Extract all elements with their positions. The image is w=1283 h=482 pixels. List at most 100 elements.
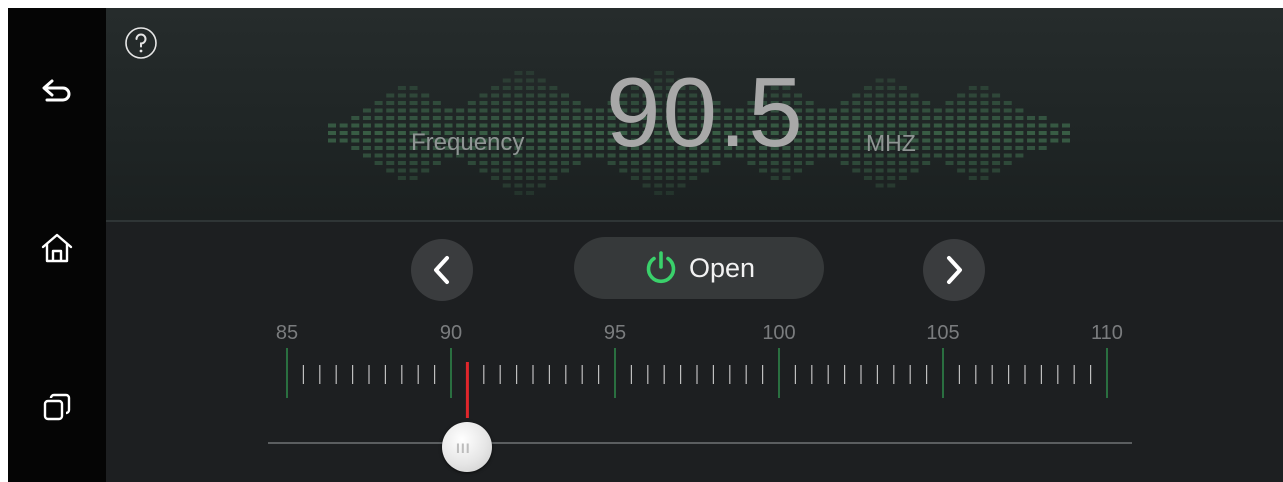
equalizer-segment	[397, 153, 406, 158]
equalizer-segment	[898, 86, 907, 90]
equalizer-segment	[526, 123, 535, 128]
equalizer-segment	[817, 108, 826, 113]
equalizer-segment	[572, 116, 581, 120]
equalizer-segment	[805, 161, 814, 165]
equalizer-segment	[514, 168, 523, 173]
equalizer-segment	[852, 108, 861, 113]
equalizer-segment	[840, 108, 849, 113]
equalizer-segment	[432, 101, 441, 105]
equalizer-segment	[374, 108, 383, 113]
equalizer-segment	[502, 176, 511, 180]
equalizer-segment	[898, 108, 907, 113]
equalizer-segment	[537, 146, 546, 150]
equalizer-segment	[817, 123, 826, 128]
unit-label: MHZ	[866, 130, 916, 156]
equalizer-segment	[828, 153, 837, 158]
equalizer-segment	[992, 153, 1001, 158]
equalizer-segment	[677, 168, 686, 173]
equalizer-segment	[537, 161, 546, 165]
equalizer-segment	[584, 116, 593, 120]
equalizer-segment	[933, 138, 942, 143]
equalizer-segment	[933, 116, 942, 120]
equalizer-segment	[910, 116, 919, 120]
equalizer-segment	[514, 161, 523, 165]
equalizer-segment	[549, 138, 558, 143]
equalizer-segment	[397, 176, 406, 180]
next-station-button[interactable]	[923, 239, 985, 301]
help-button[interactable]	[124, 26, 158, 60]
equalizer-segment	[922, 146, 931, 150]
equalizer-segment	[898, 168, 907, 173]
equalizer-segment	[898, 93, 907, 98]
equalizer-segment	[805, 146, 814, 150]
equalizer-segment	[397, 131, 406, 135]
equalizer-segment	[351, 146, 360, 150]
equalizer-segment	[840, 138, 849, 143]
equalizer-segment	[409, 123, 418, 128]
equalizer-segment	[840, 153, 849, 158]
equalizer-segment	[397, 93, 406, 98]
equalizer-segment	[409, 86, 418, 90]
equalizer-segment	[805, 123, 814, 128]
equalizer-segment	[456, 108, 465, 113]
equalizer-segment	[397, 101, 406, 105]
tuning-slider-track[interactable]	[268, 442, 1132, 444]
equalizer-segment	[863, 123, 872, 128]
equalizer-segment	[922, 101, 931, 105]
equalizer-segment	[805, 101, 814, 105]
equalizer-segment	[432, 123, 441, 128]
back-button[interactable]	[32, 66, 82, 116]
equalizer-segment	[770, 168, 779, 173]
equalizer-segment	[945, 131, 954, 135]
equalizer-segment	[502, 93, 511, 98]
equalizer-segment	[514, 123, 523, 128]
home-button[interactable]	[32, 223, 82, 273]
equalizer-segment	[514, 71, 523, 75]
equalizer-segment	[502, 101, 511, 105]
equalizer-segment	[619, 168, 628, 173]
equalizer-segment	[887, 123, 896, 128]
recent-apps-button[interactable]	[32, 382, 82, 432]
equalizer-segment	[875, 93, 884, 98]
equalizer-segment	[968, 116, 977, 120]
equalizer-segment	[339, 138, 348, 143]
equalizer-segment	[386, 161, 395, 165]
previous-station-button[interactable]	[411, 239, 473, 301]
equalizer-segment	[980, 123, 989, 128]
equalizer-segment	[898, 123, 907, 128]
equalizer-segment	[1003, 101, 1012, 105]
equalizer-segment	[584, 146, 593, 150]
equalizer-segment	[665, 191, 674, 195]
equalizer-segment	[572, 161, 581, 165]
equalizer-segment	[875, 123, 884, 128]
equalizer-segment	[502, 108, 511, 113]
equalizer-segment	[432, 116, 441, 120]
equalizer-segment	[852, 138, 861, 143]
equalizer-segment	[595, 123, 604, 128]
equalizer-segment	[549, 161, 558, 165]
tuning-slider-thumb[interactable]: III	[442, 422, 492, 472]
equalizer-segment	[537, 138, 546, 143]
equalizer-segment	[351, 131, 360, 135]
equalizer-segment	[863, 168, 872, 173]
equalizer-segment	[537, 131, 546, 135]
equalizer-segment	[968, 86, 977, 90]
equalizer-segment	[817, 116, 826, 120]
open-power-button[interactable]: Open	[574, 237, 824, 299]
equalizer-segment	[362, 153, 371, 158]
equalizer-segment	[863, 101, 872, 105]
power-icon	[646, 251, 676, 284]
equalizer-segment	[875, 161, 884, 165]
equalizer-segment	[642, 168, 651, 173]
equalizer-segment	[479, 108, 488, 113]
equalizer-segment	[875, 108, 884, 113]
equalizer-segment	[491, 123, 500, 128]
equalizer-segment	[386, 101, 395, 105]
equalizer-segment	[537, 116, 546, 120]
equalizer-segment	[537, 168, 546, 173]
equalizer-segment	[817, 131, 826, 135]
equalizer-segment	[817, 153, 826, 158]
equalizer-segment	[852, 93, 861, 98]
equalizer-segment	[374, 116, 383, 120]
equalizer-segment	[456, 123, 465, 128]
